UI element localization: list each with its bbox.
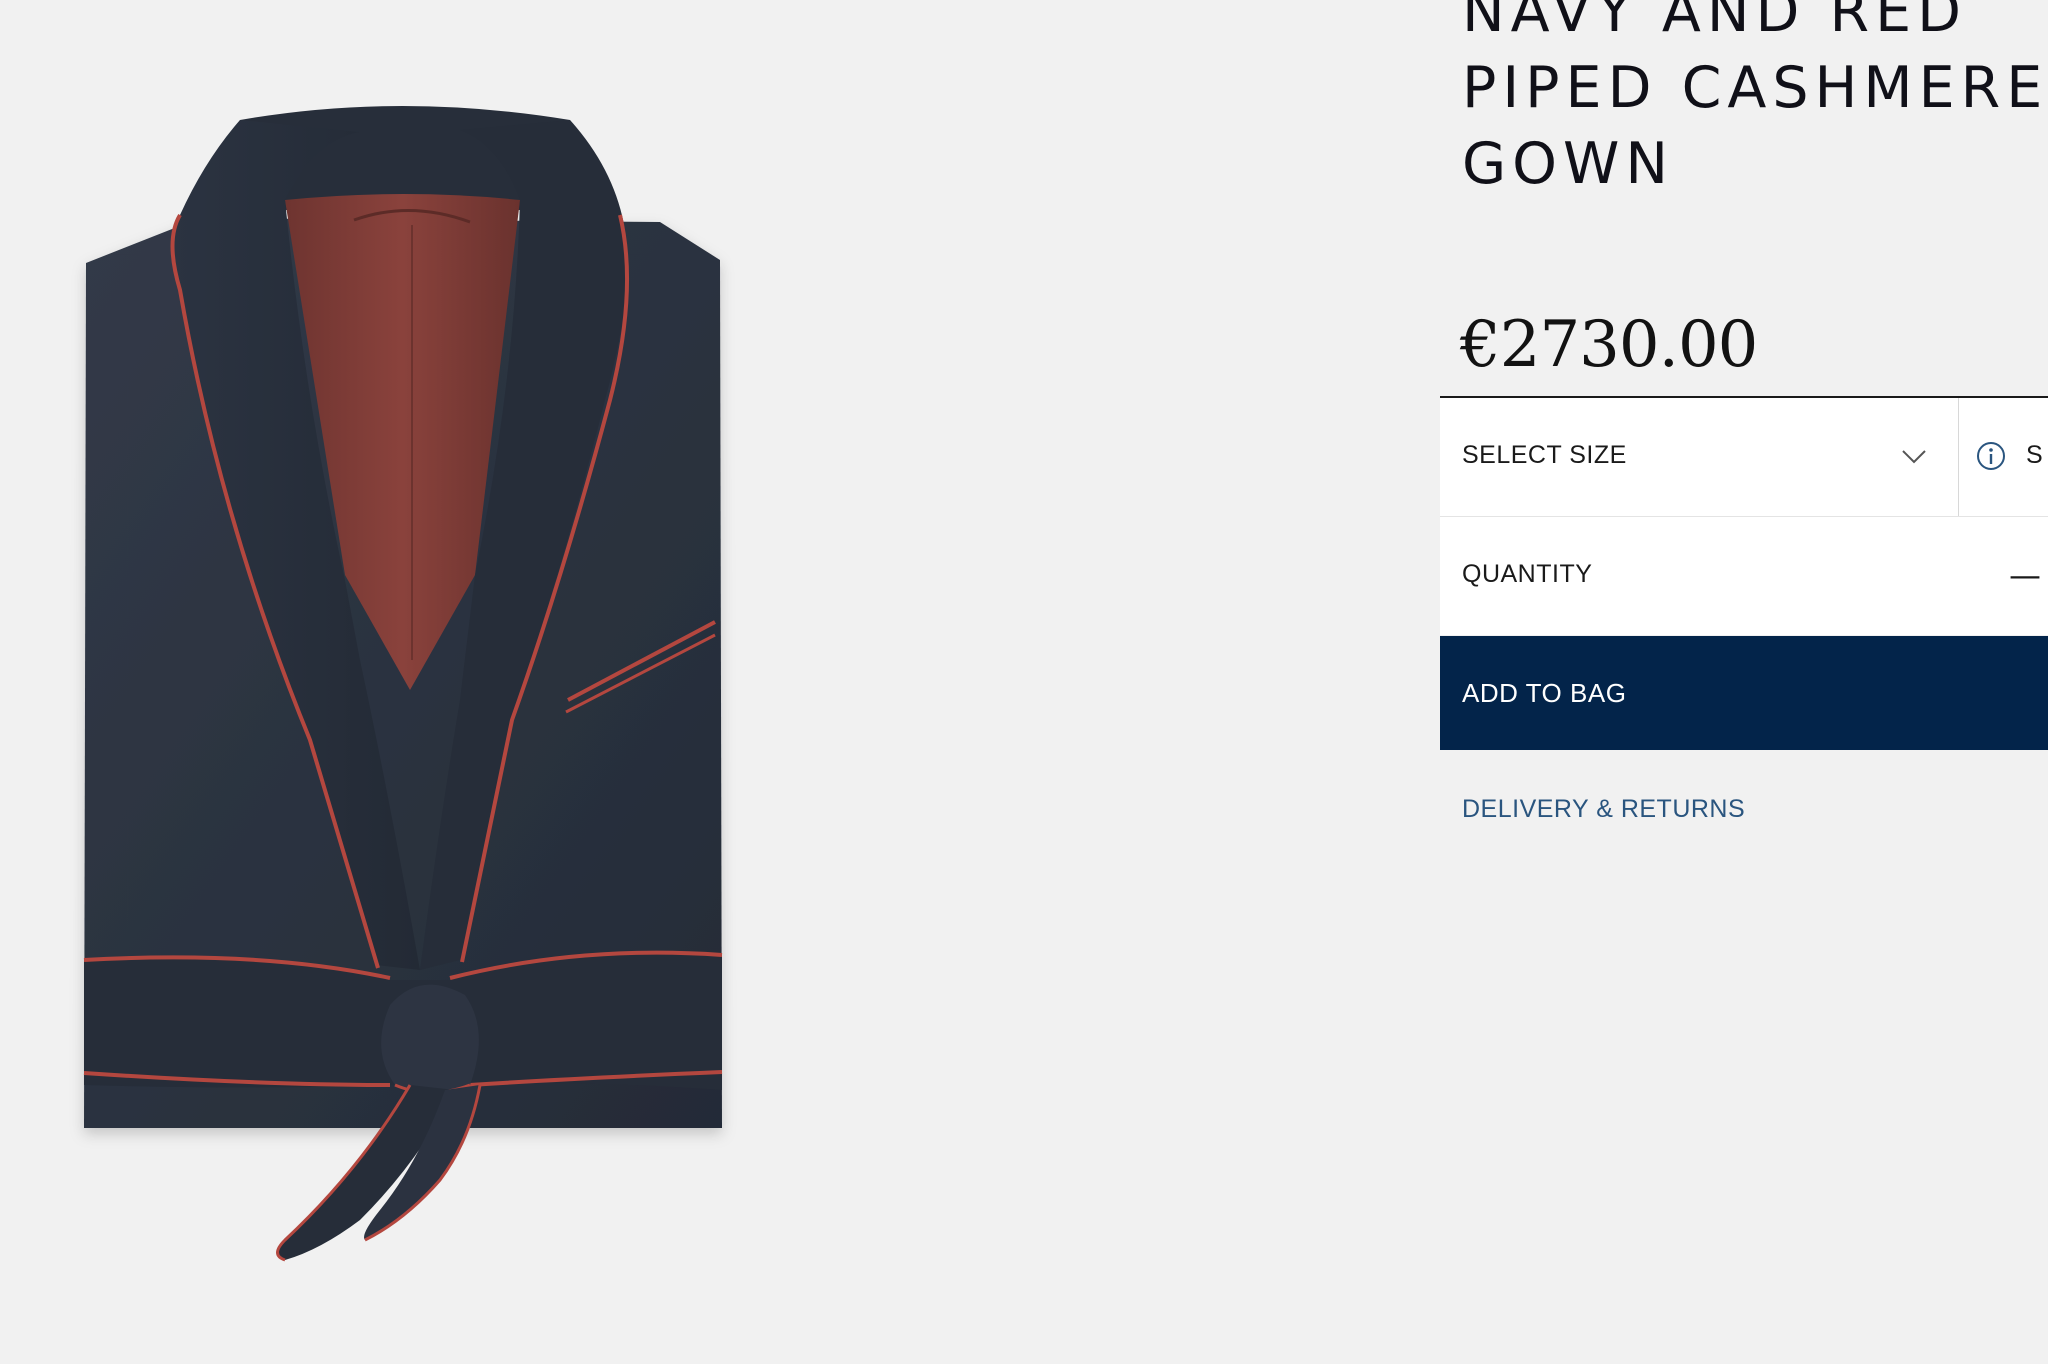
chevron-down-icon [1900,442,1928,475]
size-select-label: SELECT SIZE [1462,441,1627,469]
add-to-bag-label: ADD TO BAG [1462,678,1627,708]
size-guide-label: S [2026,441,2044,469]
quantity-label: QUANTITY [1462,560,1593,588]
size-guide-button[interactable]: S [1959,398,2048,516]
product-price: €2730.00 [1460,308,1758,382]
dressing-gown-illustration [83,106,723,1262]
size-row: SELECT SIZE S [1440,398,2048,517]
product-title: NAVY AND RED PIPED CASHMERE GOWN [1462,0,2048,197]
info-icon [1975,440,2007,477]
quantity-row: QUANTITY — [1440,517,2048,635]
quantity-decrease-button[interactable]: — [2000,547,2048,603]
size-select-dropdown[interactable]: SELECT SIZE [1440,398,1959,516]
add-to-bag-button[interactable]: ADD TO BAG [1440,636,2048,750]
product-image[interactable] [60,100,760,1300]
product-page: NAVY AND RED PIPED CASHMERE GOWN €2730.0… [0,0,2048,1364]
delivery-returns-link[interactable]: DELIVERY & RETURNS [1462,795,1745,824]
